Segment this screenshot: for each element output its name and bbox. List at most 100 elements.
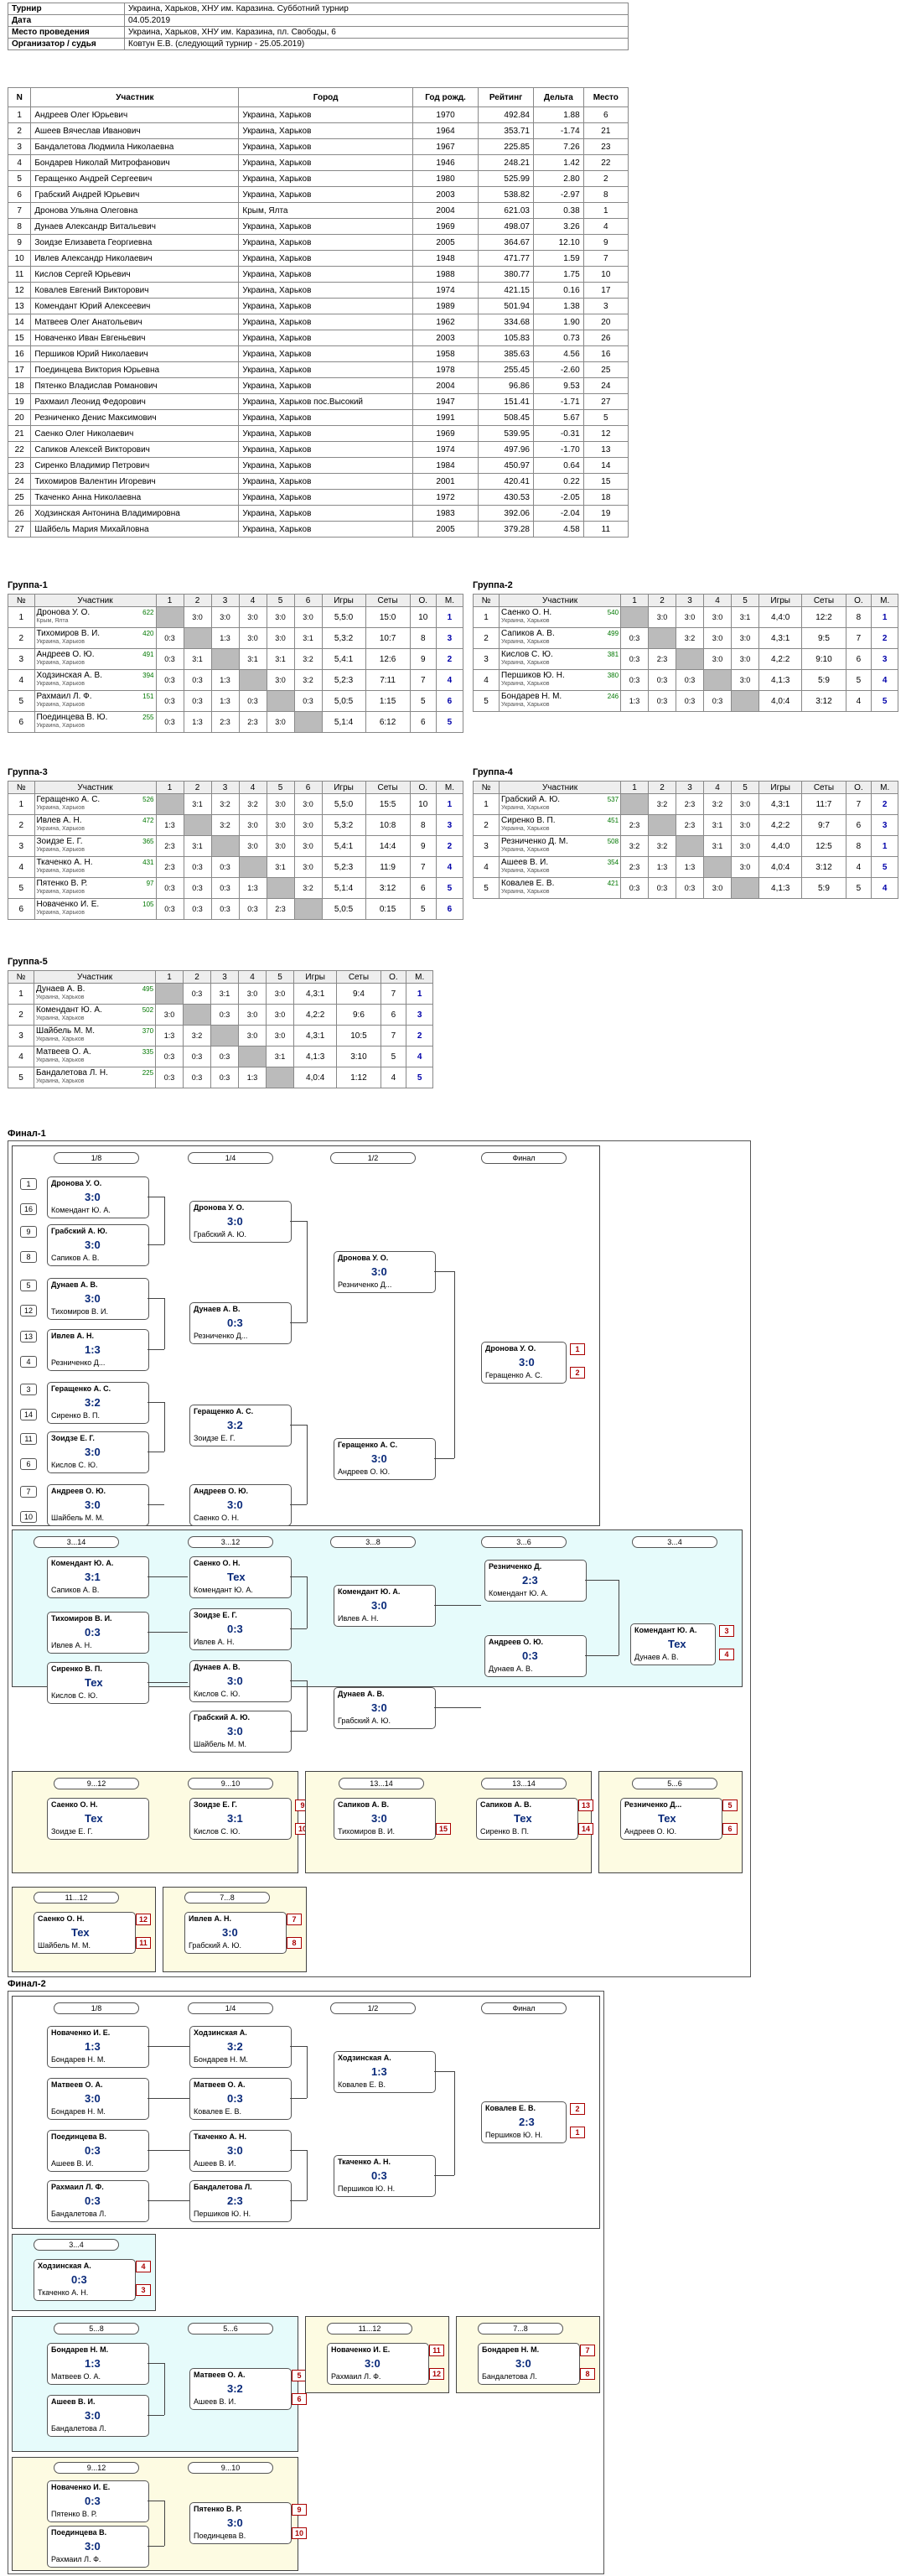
match-player-1: Дронова У. О. <box>485 1344 536 1353</box>
group-score-cell: 3:0 <box>703 627 733 649</box>
group-col-header: 2 <box>648 781 677 794</box>
match-player-2: Геращенко А. С. <box>485 1371 543 1379</box>
match-player-2: Дунаев А. В. <box>634 1653 679 1661</box>
group-player-city: Украина, Харьков <box>36 847 85 853</box>
player-row: 13 Комендант Юрий Алексеевич Украина, Харь… <box>7 298 629 314</box>
round-label: 3...12 <box>188 1536 273 1548</box>
group-score-cell: 3:0 <box>731 814 760 836</box>
match-player-1: Матвеев О. А. <box>194 2080 246 2089</box>
info-row: Турнир Украина, Харьков, ХНУ им. Каразина… <box>8 3 629 15</box>
group-games: 5,3:2 <box>321 627 366 649</box>
player-number: 8 <box>7 218 32 235</box>
group-col-header: Участник <box>34 781 157 794</box>
group-sets: 14:4 <box>365 835 411 857</box>
player-name: Матвеев Олег Анатольевич <box>30 314 240 330</box>
group-player-city: Украина, Харьков <box>36 723 85 729</box>
player-row: 7 Дронова Ульяна Олеговна Крым, Ялта 2004 62… <box>7 202 629 219</box>
player-delta: 1.59 <box>532 250 584 267</box>
group-col-header: 4 <box>238 970 267 984</box>
info-key: Дата <box>8 14 125 27</box>
group-table: № Участник 1 2 3 4 5 6 Игры Сеты О. М. 1 622 Дронова У… <box>8 594 464 733</box>
group-score-cell: 3:2 <box>210 793 240 815</box>
group-points: 7 <box>845 627 872 649</box>
match-score: 3:0 <box>222 1926 238 1939</box>
match-player-1: Сапиков А. В. <box>338 1800 390 1809</box>
player-name: Андреев Олег Юрьевич <box>30 106 240 123</box>
final-place-badge: 2 <box>570 2103 585 2115</box>
player-city: Украина, Харьков <box>238 138 413 155</box>
match-player-2: Ивлев А. Н. <box>51 1641 92 1649</box>
group-score-cell: 3:0 <box>293 606 323 628</box>
group-score-cell: 0:3 <box>210 1004 240 1026</box>
match-player-1: Геращенко А. С. <box>338 1441 398 1449</box>
bracket-match: Сапиков А. В. 3:0 Тихомиров В. И. <box>334 1798 436 1840</box>
group-player-name: Матвеев О. А. <box>36 1047 91 1057</box>
bracket-line <box>148 1682 188 1683</box>
info-key: Турнир <box>8 3 125 15</box>
group-games: 4,1:3 <box>293 1046 338 1067</box>
player-place: 20 <box>582 314 629 330</box>
player-name: Тихомиров Валентин Игоревич <box>30 473 240 490</box>
player-delta: 0.16 <box>532 282 584 299</box>
bracket-line <box>290 2150 307 2151</box>
group-row-number: 4 <box>8 856 35 878</box>
player-delta: 0.22 <box>532 473 584 490</box>
group-score-cell: 3:1 <box>183 648 212 670</box>
group-col-header: 2 <box>183 594 212 607</box>
player-delta: 1.42 <box>532 154 584 171</box>
match-score: 3:0 <box>371 1812 387 1825</box>
group-player: 365 Зоидзе Е. Г. Украина, Харьков <box>34 835 157 857</box>
player-city: Украина, Харьков <box>238 345 413 362</box>
player-city: Украина, Харьков <box>238 409 413 426</box>
player-rating: 420.41 <box>478 473 534 490</box>
player-delta: 4.58 <box>532 521 584 538</box>
group-player: 225 Бандалетова Л. Н. Украина, Харьков <box>34 1067 157 1088</box>
group-row: 1 540 Саенко О. Н. Украина, Харьков 3:0 3:0 3:… <box>472 606 898 628</box>
player-place: 16 <box>582 345 629 362</box>
match-score: Тех <box>71 1926 90 1939</box>
player-delta: 4.56 <box>532 345 584 362</box>
bracket-line <box>290 1628 307 1629</box>
match-player-1: Ходзинская А. <box>338 2054 391 2062</box>
player-name: Резниченко Денис Максимович <box>30 409 240 426</box>
info-value: 04.05.2019 <box>124 14 629 27</box>
group-score-cell: 3:2 <box>293 648 323 670</box>
match-score: 3:0 <box>519 1356 535 1368</box>
group-score-cell: 3:0 <box>703 648 733 670</box>
final-place-badge: 12 <box>429 2368 444 2380</box>
group-games: 4,4:0 <box>758 606 803 628</box>
player-number: 14 <box>7 314 32 330</box>
match-player-1: Резниченко Д... <box>624 1800 682 1809</box>
player-row: 20 Резниченко Денис Максимович Украина, Ха… <box>7 409 629 426</box>
player-row: 24 Тихомиров Валентин Игоревич Украина, Ха… <box>7 473 629 490</box>
group-points: 5 <box>409 898 437 920</box>
match-player-2: Першиков Ю. Н. <box>485 2131 543 2139</box>
group-col-header: 4 <box>703 781 733 794</box>
player-row: 14 Матвеев Олег Анатольевич Украина, Харьк… <box>7 314 629 330</box>
match-score: Тех <box>85 1676 103 1689</box>
group-player-name: Ковалев Е. В. <box>501 879 555 888</box>
player-birth-year: 1989 <box>412 298 479 314</box>
final-place-badge: 4 <box>136 2261 151 2272</box>
players-col-header: Место <box>582 87 629 107</box>
match-score: 3:0 <box>371 1265 387 1278</box>
group-score-cell: 1:3 <box>183 711 212 733</box>
group-title: Группа-4 <box>473 767 513 777</box>
bracket-match: Ткаченко А. Н. 0:3 Першиков Ю. Н. <box>334 2155 436 2197</box>
match-player-2: Ковалев Е. В. <box>338 2080 386 2089</box>
match-score: 2:3 <box>227 2194 243 2207</box>
group-games: 4,4:0 <box>758 835 803 857</box>
group-col-header: Сеты <box>801 781 846 794</box>
group-player: 335 Матвеев О. А. Украина, Харьков <box>34 1046 157 1067</box>
player-number: 5 <box>7 170 32 187</box>
round-label: Финал <box>481 1152 567 1164</box>
final-place-badge: 5 <box>722 1800 738 1811</box>
player-birth-year: 2004 <box>412 377 479 394</box>
group-score-cell: 0:3 <box>155 1067 184 1088</box>
group-sets: 15:5 <box>365 793 411 815</box>
player-place: 17 <box>582 282 629 299</box>
player-place: 3 <box>582 298 629 314</box>
group-col-header: О. <box>380 970 407 984</box>
round-label: 5...6 <box>188 2323 273 2334</box>
group-player-city: Украина, Харьков <box>36 1078 85 1084</box>
